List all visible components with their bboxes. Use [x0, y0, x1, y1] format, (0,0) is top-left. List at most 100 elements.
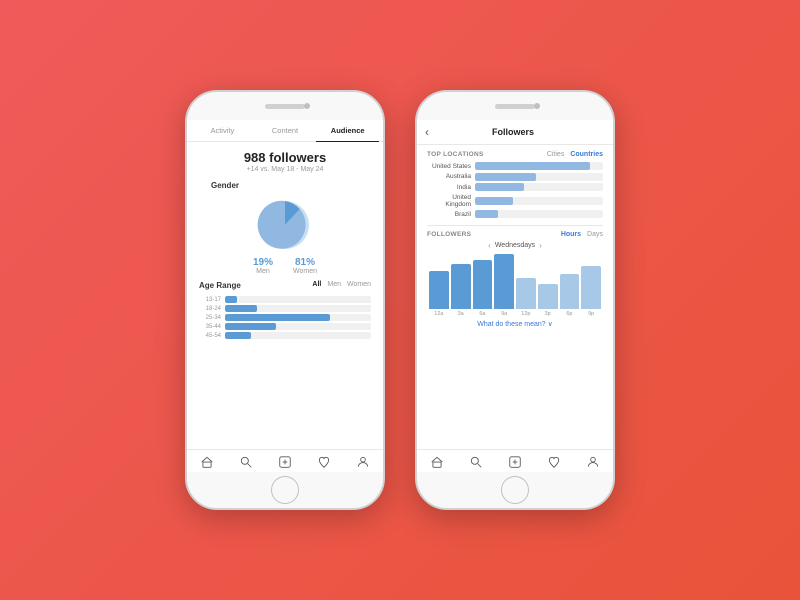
age-row: 13-17 — [199, 296, 371, 303]
left-phone: Activity Content Audience 988 followers … — [185, 90, 385, 510]
age-bar-fill — [225, 332, 251, 339]
nav-home-right[interactable] — [417, 455, 456, 469]
locations-label: TOP LOCATIONS — [427, 151, 484, 158]
men-stat: 19% Men — [253, 257, 273, 275]
profile-icon-left — [356, 455, 370, 469]
what-mean-link[interactable]: What do these mean? ∨ — [427, 320, 603, 328]
location-row: Australia — [427, 173, 603, 181]
bar-column — [581, 254, 601, 309]
search-icon-right — [469, 455, 483, 469]
followers-header: ‹ Followers — [417, 120, 613, 145]
age-bar-fill — [225, 314, 330, 321]
age-filter-women[interactable]: Women — [347, 281, 371, 288]
toggle-countries[interactable]: Countries — [570, 151, 603, 158]
age-bar-bg — [225, 305, 371, 312]
age-filter-all[interactable]: All — [312, 281, 321, 288]
home-button-left[interactable] — [271, 476, 299, 504]
prev-day-button[interactable]: ‹ — [488, 241, 491, 250]
back-button[interactable]: ‹ — [425, 125, 429, 139]
phone-bottom-left — [187, 472, 383, 508]
men-pct: 19% — [253, 257, 273, 268]
bar-column — [538, 254, 558, 309]
bar-time-label: 12p — [516, 311, 536, 317]
tab-audience[interactable]: Audience — [316, 120, 379, 141]
age-bar-fill — [225, 323, 276, 330]
tab-content[interactable]: Content — [254, 120, 317, 141]
nav-tabs-left: Activity Content Audience — [187, 120, 383, 142]
followers-chart-section: FOLLOWERS Hours Days ‹ Wednesdays › 12a3… — [417, 226, 613, 450]
nav-home-left[interactable] — [187, 455, 226, 469]
toggle-hours[interactable]: Hours — [561, 231, 581, 238]
bar-time-label: 9p — [581, 311, 601, 317]
bar-column — [560, 254, 580, 309]
age-filter-men[interactable]: Men — [327, 281, 341, 288]
gender-title: Gender — [199, 175, 371, 193]
add-icon-left — [278, 455, 292, 469]
location-bar-bg — [475, 173, 603, 181]
day-navigation: ‹ Wednesdays › — [427, 241, 603, 250]
nav-heart-left[interactable] — [305, 455, 344, 469]
audience-header: 988 followers +14 vs. May 18 - May 24 — [187, 142, 383, 175]
nav-heart-right[interactable] — [535, 455, 574, 469]
toggle-cities[interactable]: Cities — [547, 151, 565, 158]
location-name: Australia — [427, 173, 471, 180]
location-name: United Kingdom — [427, 194, 471, 208]
followers-section-label: FOLLOWERS — [427, 231, 471, 238]
location-row: United Kingdom — [427, 194, 603, 208]
age-row: 45-54 — [199, 332, 371, 339]
age-rows: 13-17 18-24 25-34 35-44 45-54 — [199, 296, 371, 339]
age-bar-bg — [225, 323, 371, 330]
age-range-label: 13-17 — [199, 297, 221, 303]
location-bar-bg — [475, 183, 603, 191]
speaker-right — [495, 104, 535, 109]
phone-bottom-right — [417, 472, 613, 508]
bar-fill — [429, 271, 449, 309]
followers-screen-title: Followers — [435, 127, 591, 137]
search-icon-left — [239, 455, 253, 469]
tab-activity[interactable]: Activity — [191, 120, 254, 141]
location-name: Brazil — [427, 211, 471, 218]
bar-column — [429, 254, 449, 309]
locations-header: TOP LOCATIONS Cities Countries — [427, 151, 603, 158]
followers-count: 988 followers — [187, 150, 383, 165]
nav-add-left[interactable] — [265, 455, 304, 469]
screen-left: Activity Content Audience 988 followers … — [187, 120, 383, 472]
gender-section: Gender 19% — [187, 175, 383, 275]
age-header: Age Range All Men Women — [199, 275, 371, 293]
age-bar-fill — [225, 305, 257, 312]
bar-column — [516, 254, 536, 309]
location-bar-bg — [475, 210, 603, 218]
bar-chart-labels: 12a3a6a9a12p3p6p9p — [427, 309, 603, 317]
age-row: 25-34 — [199, 314, 371, 321]
bar-column — [494, 254, 514, 309]
bar-time-label: 12a — [429, 311, 449, 317]
location-bar-bg — [475, 162, 603, 170]
bar-column — [473, 254, 493, 309]
home-button-right[interactable] — [501, 476, 529, 504]
toggle-days[interactable]: Days — [587, 231, 603, 238]
nav-add-right[interactable] — [495, 455, 534, 469]
camera-right — [534, 103, 540, 109]
age-range-label: 25-34 — [199, 315, 221, 321]
bar-fill — [451, 264, 471, 309]
age-filters: All Men Women — [312, 281, 371, 288]
age-bar-bg — [225, 296, 371, 303]
bar-fill — [581, 266, 601, 309]
location-rows: United States Australia India United Kin… — [427, 162, 603, 218]
bar-time-label: 6a — [473, 311, 493, 317]
age-row: 18-24 — [199, 305, 371, 312]
nav-search-left[interactable] — [226, 455, 265, 469]
location-row: Brazil — [427, 210, 603, 218]
age-row: 35-44 — [199, 323, 371, 330]
audience-content: 988 followers +14 vs. May 18 - May 24 Ge… — [187, 142, 383, 449]
nav-profile-left[interactable] — [344, 455, 383, 469]
location-bar-fill — [475, 183, 524, 191]
camera-left — [304, 103, 310, 109]
bar-fill — [473, 260, 493, 308]
women-pct: 81% — [293, 257, 317, 268]
bar-time-label: 3p — [538, 311, 558, 317]
next-day-button[interactable]: › — [539, 241, 542, 250]
heart-icon-left — [317, 455, 331, 469]
nav-search-right[interactable] — [456, 455, 495, 469]
nav-profile-right[interactable] — [574, 455, 613, 469]
